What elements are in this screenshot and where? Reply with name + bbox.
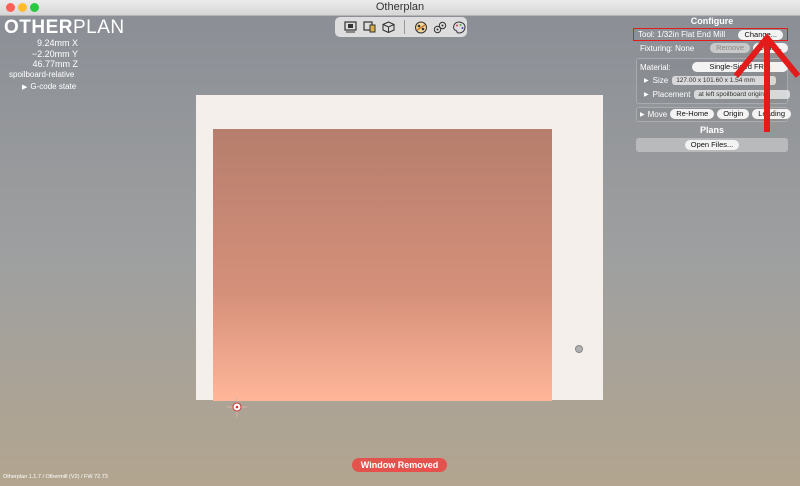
y-coordinate: −2.20mm Y: [31, 48, 78, 59]
x-coordinate: 9.24mm X: [36, 38, 78, 48]
tool-label: Tool: 1/32in Flat End Mill: [638, 30, 726, 39]
view-toolbar: [335, 17, 467, 37]
drag-handle[interactable]: [575, 345, 583, 353]
rehome-button[interactable]: Re-Home: [670, 109, 715, 119]
size-label: Size: [652, 76, 669, 85]
position-readout: 9.24mm X −2.20mm Y 46.77mm Z: [6, 38, 78, 70]
open-files-button[interactable]: Open Files...: [684, 140, 740, 150]
window-removed-badge: Window Removed: [352, 458, 447, 472]
placement-label: Placement: [652, 90, 691, 99]
fixturing-label: Fixturing: None: [640, 43, 695, 53]
configure-heading: Configure: [690, 16, 734, 26]
toolbar-divider: [404, 20, 405, 34]
coordinate-mode: spoilboard-relative: [9, 70, 75, 79]
open-files-row: Open Files...: [636, 138, 788, 152]
bits-icon[interactable]: [413, 20, 428, 34]
gcode-state-label: G-code state: [30, 82, 77, 91]
logo-light: PLAN: [73, 17, 125, 38]
configure-panel: Configure: [632, 15, 792, 27]
disclosure-triangle-icon: ▶: [22, 84, 28, 91]
gear-bits-icon[interactable]: [432, 20, 447, 34]
disclosure-triangle-icon[interactable]: ▶: [640, 111, 645, 118]
iso-view-icon[interactable]: [381, 20, 396, 34]
palette-icon[interactable]: [451, 20, 466, 34]
app-logo: OTHERPLAN: [4, 17, 125, 39]
window-title: Otherplan: [375, 1, 425, 13]
logo-bold: OTHER: [4, 17, 73, 38]
front-view-icon[interactable]: [343, 20, 358, 34]
z-coordinate: 46.77mm Z: [32, 59, 78, 69]
version-footer: Otherplan 1.1.7 / Othermill (V2) / FW 72…: [3, 474, 108, 480]
annotation-arrow-icon: [733, 33, 800, 132]
origin-crosshair-icon: [227, 397, 247, 417]
disclosure-triangle-icon: ▶: [644, 78, 649, 84]
move-label: Move: [647, 109, 668, 119]
disclosure-triangle-icon: ▶: [644, 92, 649, 98]
material-preview: [213, 129, 552, 401]
material-label: Material:: [640, 62, 671, 72]
title-bar: Otherplan: [0, 0, 800, 16]
gcode-state-toggle[interactable]: ▶ G-code state: [22, 82, 76, 91]
side-view-icon[interactable]: [362, 20, 377, 34]
